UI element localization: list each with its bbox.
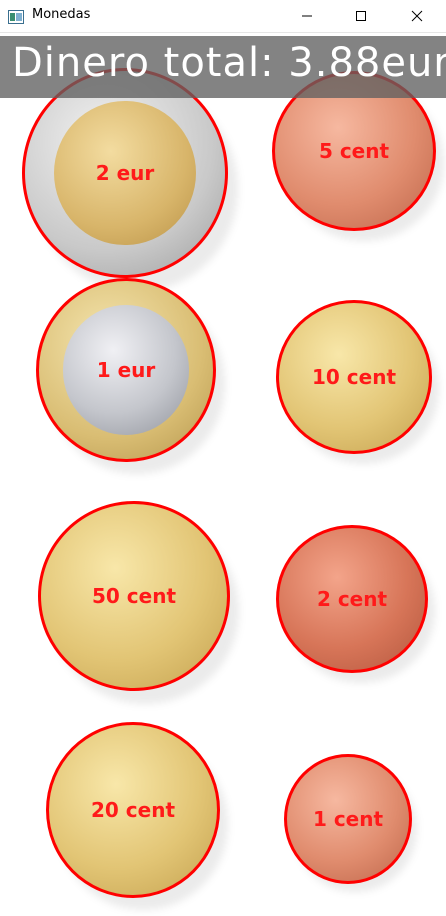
window-titlebar: Monedas xyxy=(0,0,446,33)
maximize-button[interactable] xyxy=(338,0,384,32)
coin-1-eur: 1 eur xyxy=(36,278,225,475)
app-icon xyxy=(8,9,24,24)
coin-label: 20 cent xyxy=(90,798,175,822)
coin-label: 50 cent xyxy=(91,584,176,608)
coin-label: 10 cent xyxy=(311,365,396,389)
coin-10-cent: 10 cent xyxy=(276,300,440,464)
coin-20-cent: 20 cent xyxy=(46,722,229,910)
close-button[interactable] xyxy=(394,0,440,32)
total-banner: Dinero total: 3.88eur xyxy=(0,36,446,98)
coin-label: 2 eur xyxy=(95,161,155,185)
coin-image-canvas: 2 eur 5 cent 1 eur 10 cent 50 cent 2 cen… xyxy=(0,33,446,916)
minimize-icon xyxy=(302,15,312,17)
coin-label: 5 cent xyxy=(318,139,390,163)
coin-2-cent: 2 cent xyxy=(276,525,435,683)
minimize-button[interactable] xyxy=(284,0,330,32)
coin-label: 2 cent xyxy=(316,587,388,611)
maximize-icon xyxy=(356,11,366,21)
coin-1-cent: 1 cent xyxy=(284,754,418,893)
coin-label: 1 eur xyxy=(96,358,156,382)
coin-50-cent: 50 cent xyxy=(38,501,240,704)
close-icon xyxy=(411,10,423,22)
window-title: Monedas xyxy=(32,7,91,22)
coin-label: 1 cent xyxy=(312,807,384,831)
coin-2-eur: 2 eur xyxy=(22,68,239,293)
total-money-text: Dinero total: 3.88eur xyxy=(12,40,446,86)
